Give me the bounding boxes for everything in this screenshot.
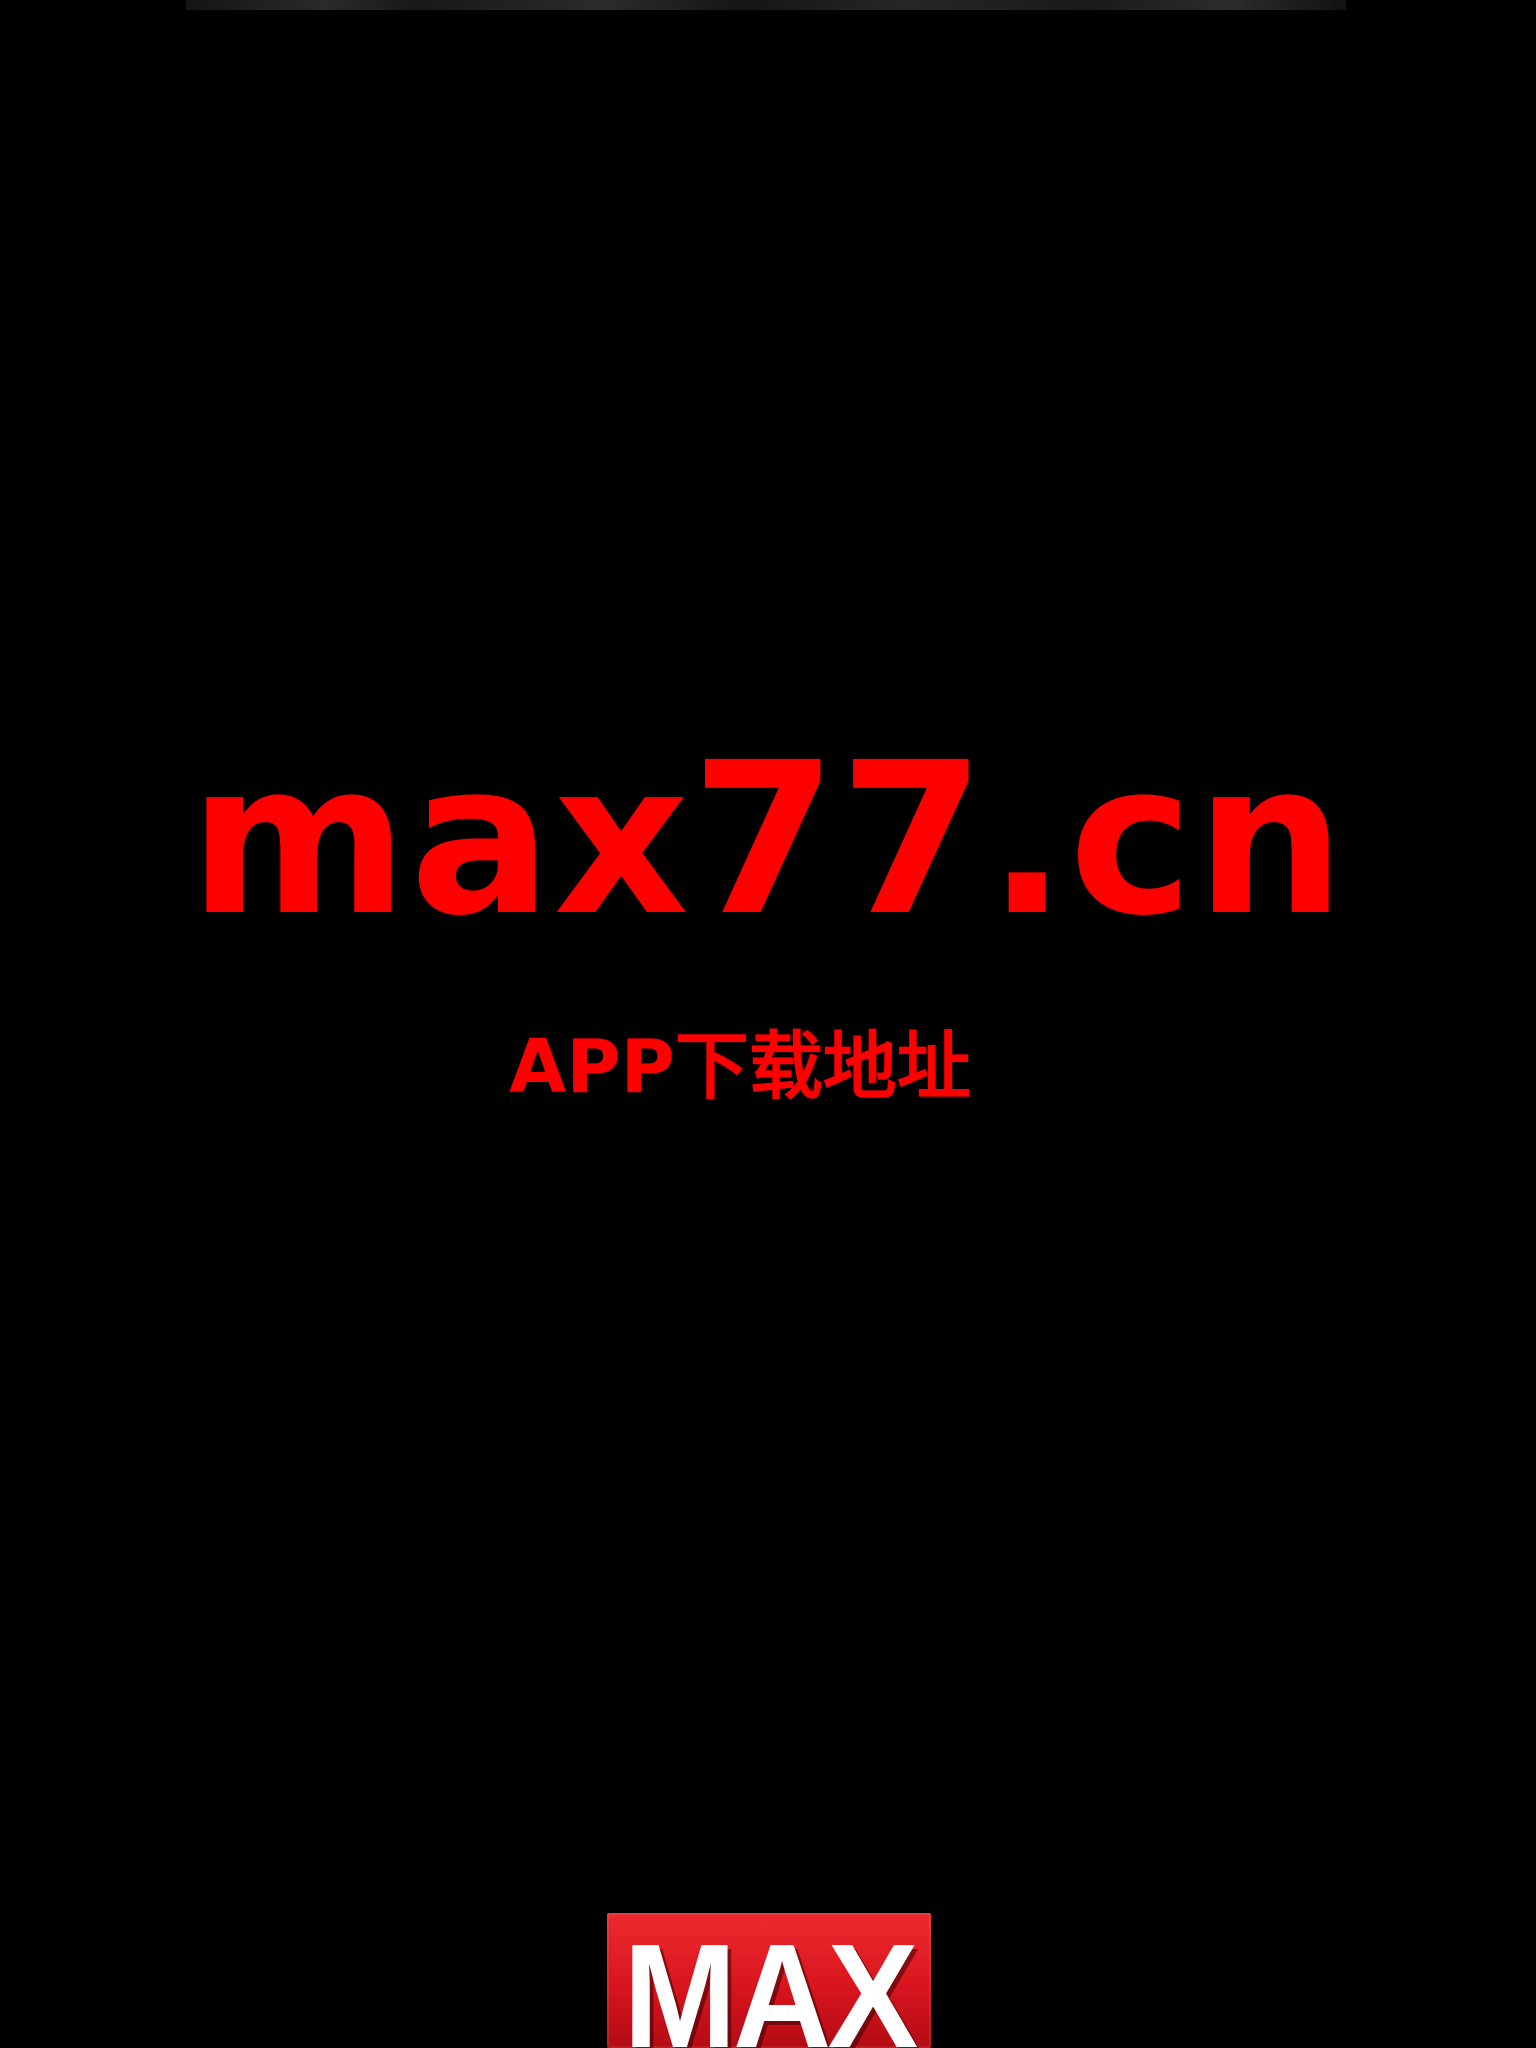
logo-wordmark: MAX <box>623 1914 918 2048</box>
splash-screen: max77.cn APP下载地址 MAX <box>0 0 1536 2048</box>
app-download-label: APP下载地址 <box>509 1024 971 1110</box>
max-logo: MAX <box>607 1913 931 2048</box>
background-image-strip <box>186 0 1346 10</box>
site-domain: max77.cn <box>189 717 1347 962</box>
